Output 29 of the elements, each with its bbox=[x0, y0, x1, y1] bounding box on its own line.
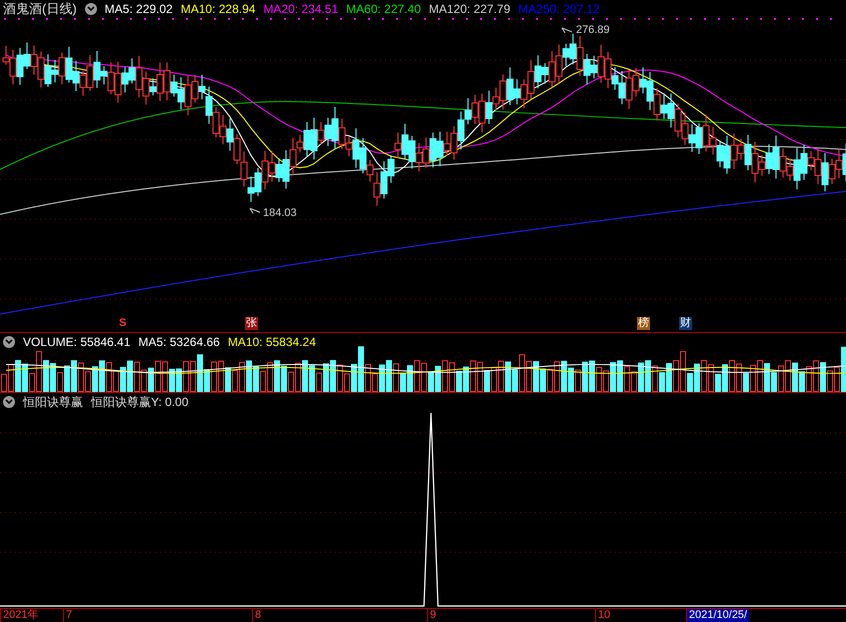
event-tag[interactable]: 财 bbox=[679, 317, 692, 330]
arrow-icon bbox=[562, 27, 572, 34]
indicator-value: MA20: 234.51 bbox=[263, 2, 338, 16]
indicator-value: MA10: 55834.24 bbox=[228, 335, 316, 349]
chevron-down-icon[interactable] bbox=[3, 336, 15, 348]
date-label: 10 bbox=[595, 609, 612, 622]
chevron-down-icon[interactable] bbox=[3, 396, 15, 408]
indicator-value: MA60: 227.40 bbox=[346, 2, 421, 16]
indicator-value: MA250: 207.12 bbox=[518, 2, 600, 16]
date-label: 8 bbox=[252, 609, 264, 622]
date-label: 9 bbox=[427, 609, 438, 622]
chevron-down-icon[interactable] bbox=[84, 3, 97, 15]
indicator-value: MA10: 228.94 bbox=[180, 2, 256, 16]
signal-marker[interactable]: S bbox=[119, 317, 126, 330]
indicator-value: MA5: 229.02 bbox=[104, 2, 173, 16]
date-label: 2021/10/25/ bbox=[686, 609, 750, 622]
indicator-value: VOLUME: 55846.41 bbox=[23, 335, 130, 349]
event-tag[interactable]: 张 bbox=[245, 317, 258, 330]
indicator-name: 恒阳诀尊赢 bbox=[23, 394, 83, 410]
arrow-icon bbox=[250, 208, 260, 214]
date-label: 7 bbox=[63, 609, 74, 622]
high-price-label: 276.89 bbox=[576, 24, 610, 36]
indicator-value: MA5: 53264.66 bbox=[138, 335, 220, 349]
low-price-label: 184.03 bbox=[263, 207, 297, 219]
event-tag[interactable]: 榜 bbox=[637, 317, 650, 330]
date-label: 2021年 bbox=[0, 609, 40, 622]
indicator-value: 恒阳诀尊赢Y: 0.00 bbox=[91, 394, 188, 410]
indicator-value: MA120: 227.79 bbox=[428, 2, 510, 16]
stock-title: 酒鬼酒(日线) bbox=[3, 0, 77, 18]
